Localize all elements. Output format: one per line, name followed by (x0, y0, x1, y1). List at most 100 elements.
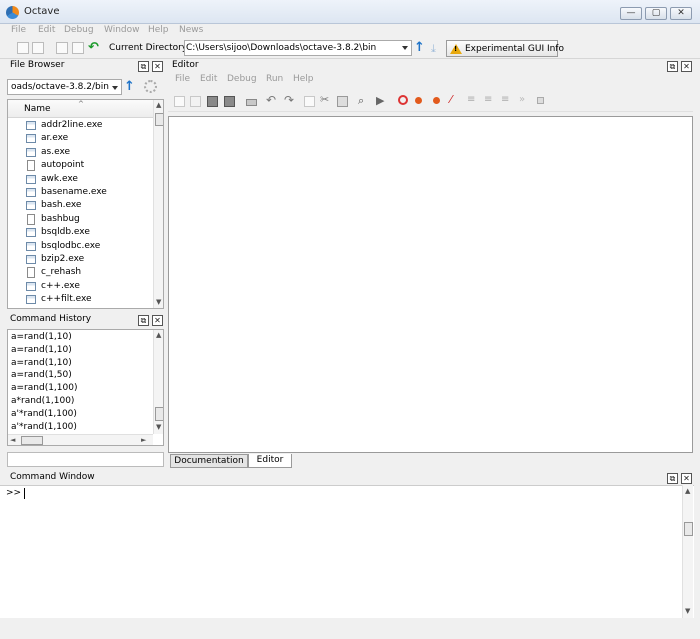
save-icon[interactable] (207, 96, 218, 107)
close-icon[interactable]: ✕ (152, 315, 163, 326)
history-entry[interactable]: a=rand(1,10) (11, 332, 72, 342)
history-entry[interactable]: a'*rand(1,100) (11, 409, 77, 419)
parent-directory-icon[interactable]: ↑ (414, 41, 426, 55)
maximize-button[interactable]: ▢ (645, 7, 667, 20)
file-list-item[interactable]: c_rehash (8, 266, 153, 279)
menu-file[interactable]: File (11, 25, 26, 35)
scroll-right-icon[interactable]: ► (141, 436, 146, 444)
file-list-item[interactable]: basename.exe (8, 186, 153, 199)
scroll-up-icon[interactable]: ▲ (156, 101, 161, 109)
remove-breakpoints-icon[interactable]: ⁄ (450, 93, 452, 106)
comment-icon[interactable]: ≡ (467, 94, 475, 105)
toggle-breakpoint-icon[interactable] (398, 95, 408, 105)
history-horizontal-scrollbar[interactable]: ◄ ► (8, 434, 153, 445)
file-list-item[interactable]: bashbug (8, 213, 153, 226)
undo-icon[interactable]: ↶ (266, 93, 276, 107)
history-filter-input[interactable] (7, 452, 164, 467)
uncomment-icon[interactable]: ≡ (484, 94, 492, 105)
scroll-up-icon[interactable]: ▲ (685, 487, 690, 495)
editor-menu-debug[interactable]: Debug (227, 74, 257, 84)
experimental-gui-info-button[interactable]: ! Experimental GUI Info (446, 40, 564, 57)
next-breakpoint-icon[interactable] (415, 97, 422, 104)
undock-icon[interactable]: ⧉ (667, 61, 678, 72)
menu-help[interactable]: Help (148, 25, 169, 35)
scrollbar-thumb[interactable] (155, 113, 163, 126)
tab-editor[interactable]: Editor (248, 454, 292, 468)
history-entry[interactable]: a=rand(1,10) (11, 345, 72, 355)
chevron-down-icon[interactable] (402, 46, 408, 50)
name-column-header[interactable]: Name ^ (8, 100, 153, 118)
find-icon[interactable]: ⌕ (358, 94, 364, 108)
tab-documentation[interactable]: Documentation (170, 454, 248, 468)
history-entry[interactable]: a=rand(1,50) (11, 370, 72, 380)
close-icon[interactable]: ✕ (152, 61, 163, 72)
file-list[interactable]: Name ^ addr2line.exe ar.exe as.exe autopoin… (7, 99, 164, 309)
print-icon[interactable] (246, 99, 257, 106)
menu-debug[interactable]: Debug (64, 25, 94, 35)
scroll-left-icon[interactable]: ◄ (10, 436, 15, 444)
undock-icon[interactable]: ⧉ (667, 473, 678, 484)
command-history-list[interactable]: a=rand(1,10) a=rand(1,10) a=rand(1,10) a=ra… (7, 329, 164, 446)
chevron-down-icon[interactable] (112, 86, 118, 90)
minimize-button[interactable]: — (620, 7, 642, 20)
editor-menu-help[interactable]: Help (293, 74, 314, 84)
file-list-item[interactable]: autopoint (8, 159, 153, 172)
file-list-item[interactable]: bzip2.exe (8, 253, 153, 266)
command-window-scrollbar[interactable]: ▲ ▼ (682, 485, 693, 618)
copy-icon[interactable] (72, 42, 84, 54)
cut-icon[interactable]: ✂ (320, 93, 329, 106)
open-file-icon[interactable] (56, 42, 68, 54)
save-as-icon[interactable] (224, 96, 235, 107)
menu-edit[interactable]: Edit (38, 25, 55, 35)
parent-directory-icon[interactable]: ↑ (124, 79, 135, 94)
current-directory-combobox[interactable]: C:\Users\sijoo\Downloads\octave-3.8.2\bi… (184, 40, 412, 56)
gear-icon[interactable] (144, 80, 157, 93)
editor-menu-file[interactable]: File (175, 74, 190, 84)
file-list-item[interactable]: ar.exe (8, 132, 153, 145)
scroll-down-icon[interactable]: ▼ (156, 423, 161, 431)
editor-text-area[interactable] (168, 116, 693, 453)
history-vertical-scrollbar[interactable]: ▲ ▼ (153, 330, 163, 434)
close-icon[interactable]: ✕ (681, 473, 692, 484)
editor-menu-edit[interactable]: Edit (200, 74, 217, 84)
browse-directory-icon[interactable]: ⤓ (431, 42, 436, 56)
file-list-scrollbar[interactable]: ▲ ▼ (153, 100, 163, 308)
menu-window[interactable]: Window (104, 25, 140, 35)
scrollbar-thumb[interactable] (21, 436, 43, 445)
menu-news[interactable]: News (179, 25, 203, 35)
file-list-item[interactable]: awk.exe (8, 173, 153, 186)
copy-icon[interactable] (304, 96, 315, 107)
history-entry[interactable]: a'*rand(1,100) (11, 422, 77, 432)
file-list-item[interactable]: c++.exe (8, 280, 153, 293)
undock-icon[interactable]: ⧉ (138, 315, 149, 326)
scroll-down-icon[interactable]: ▼ (685, 607, 690, 615)
indent-icon[interactable]: ≡ (501, 94, 509, 105)
close-icon[interactable]: ✕ (681, 61, 692, 72)
redo-icon[interactable]: ↷ (284, 93, 294, 107)
scroll-up-icon[interactable]: ▲ (156, 331, 161, 339)
file-list-item[interactable]: as.exe (8, 146, 153, 159)
previous-breakpoint-icon[interactable] (433, 97, 440, 104)
history-entry[interactable]: a=rand(1,100) (11, 383, 77, 393)
history-entry[interactable]: a=rand(1,10) (11, 358, 72, 368)
new-function-icon[interactable] (32, 42, 44, 54)
step-icon[interactable]: » (519, 94, 525, 105)
file-list-item[interactable]: bsqldb.exe (8, 226, 153, 239)
editor-menu-run[interactable]: Run (266, 74, 283, 84)
file-list-item[interactable]: bash.exe (8, 199, 153, 212)
scrollbar-thumb[interactable] (684, 522, 693, 536)
open-file-icon[interactable] (190, 96, 201, 107)
run-icon[interactable]: ▶ (376, 94, 384, 107)
close-button[interactable]: ✕ (670, 7, 692, 20)
file-list-item[interactable]: c++filt.exe (8, 293, 153, 306)
command-window-console[interactable]: >> (0, 485, 694, 618)
file-list-item[interactable]: bsqlodbc.exe (8, 240, 153, 253)
scrollbar-thumb[interactable] (155, 407, 163, 421)
scroll-down-icon[interactable]: ▼ (156, 298, 161, 306)
file-list-item[interactable]: addr2line.exe (8, 119, 153, 132)
stop-icon[interactable] (537, 97, 544, 104)
undo-arrow-icon[interactable]: ↶ (88, 40, 99, 55)
new-script-icon[interactable] (17, 42, 29, 54)
paste-icon[interactable] (337, 96, 348, 107)
undock-icon[interactable]: ⧉ (138, 61, 149, 72)
